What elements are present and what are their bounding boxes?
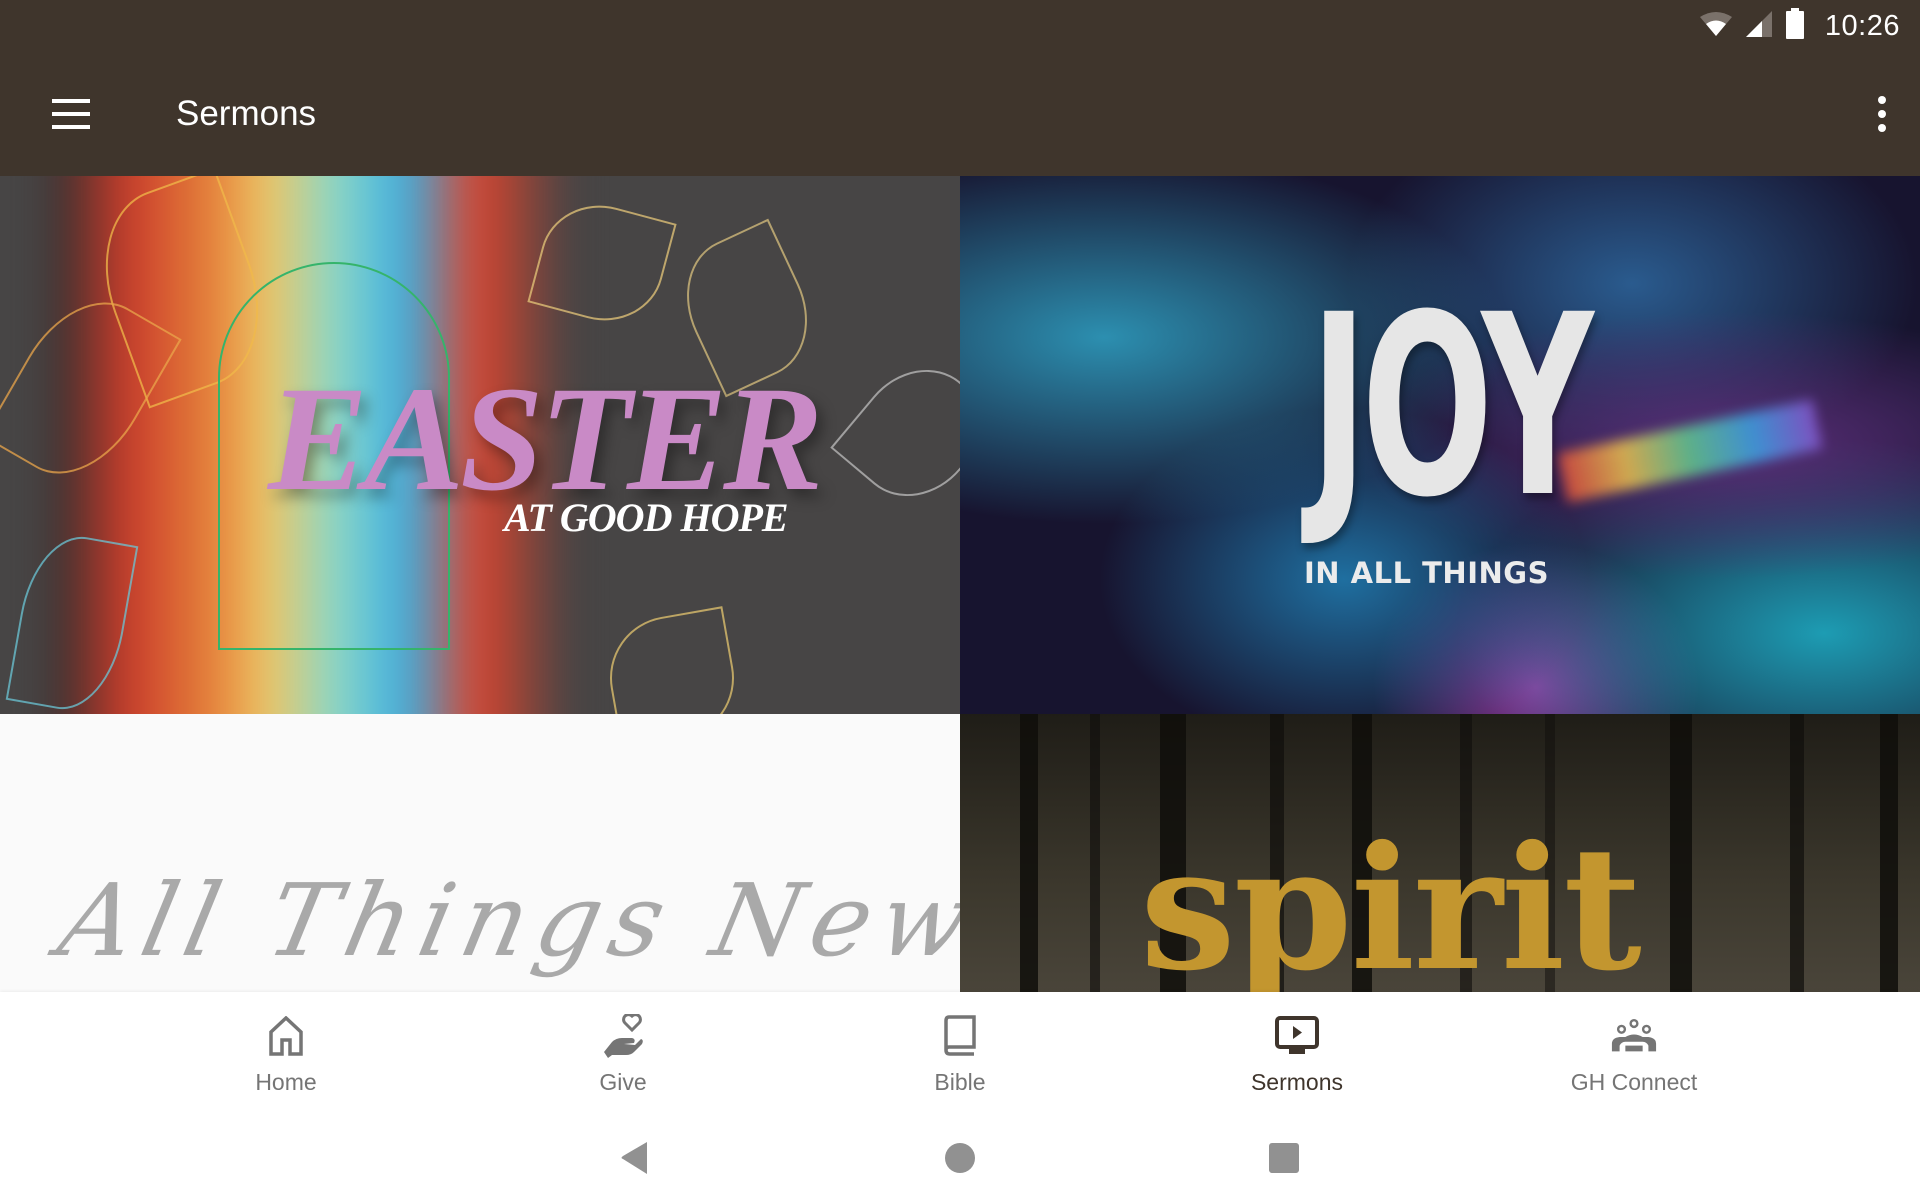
home-icon — [262, 1012, 310, 1060]
series-title: All Things New — [49, 862, 960, 979]
series-subtitle: IN ALL THINGS — [1304, 556, 1549, 590]
tree-trunk — [1020, 714, 1038, 992]
system-navigation-bar — [0, 1112, 1920, 1200]
nav-item-bible[interactable]: Bible — [792, 992, 1129, 1112]
series-title: spirit — [1140, 809, 1642, 992]
nav-label: Give — [599, 1069, 647, 1095]
nav-label: Bible — [934, 1069, 986, 1095]
series-title: EASTER — [268, 356, 823, 522]
sermon-series-card[interactable]: spirit — [960, 714, 1920, 992]
tree-trunk — [1790, 714, 1804, 992]
sermon-series-card[interactable]: JOY IN ALL THINGS — [960, 176, 1920, 714]
leaf-illustration — [830, 345, 960, 521]
back-icon[interactable] — [610, 1134, 658, 1182]
nav-label: Sermons — [1250, 1069, 1344, 1095]
series-title: JOY — [1310, 261, 1594, 552]
leaf-illustration — [600, 606, 744, 714]
video-play-icon — [1273, 1012, 1321, 1060]
give-hand-heart-icon — [599, 1012, 647, 1060]
groups-icon — [1610, 1012, 1658, 1060]
series-subtitle: AT GOOD HOPE — [504, 495, 789, 540]
cell-signal-icon — [1745, 10, 1773, 43]
battery-icon — [1785, 7, 1805, 45]
tree-trunk — [1670, 714, 1692, 992]
home-circle-icon[interactable] — [936, 1134, 984, 1182]
page-title: Sermons — [176, 94, 317, 133]
sermon-series-card[interactable]: EASTER AT GOOD HOPE — [0, 176, 960, 714]
more-vert-icon[interactable] — [1858, 88, 1906, 140]
app-bar: Sermons — [0, 52, 1920, 176]
nav-label: Home — [255, 1069, 317, 1095]
nav-item-home[interactable]: Home — [118, 992, 455, 1112]
book-icon — [936, 1012, 984, 1060]
nav-item-sermons[interactable]: Sermons — [1129, 992, 1466, 1112]
wifi-icon — [1699, 11, 1733, 42]
status-icons: 10:26 — [1699, 6, 1900, 46]
sermon-series-card[interactable]: All Things New — [0, 714, 960, 992]
bottom-navigation: Home Give Bible Sermons GH Connect — [0, 992, 1920, 1112]
nav-item-gh-connect[interactable]: GH Connect — [1466, 992, 1803, 1112]
nav-label: GH Connect — [1570, 1069, 1698, 1095]
tree-trunk — [1090, 714, 1100, 992]
sermon-series-grid: EASTER AT GOOD HOPE JOY IN ALL THINGS Al… — [0, 176, 1920, 992]
recents-square-icon[interactable] — [1260, 1134, 1308, 1182]
nav-item-give[interactable]: Give — [455, 992, 792, 1112]
hamburger-menu-icon[interactable] — [44, 90, 100, 138]
clock: 10:26 — [1824, 9, 1900, 42]
tree-trunk — [1880, 714, 1898, 992]
status-bar: 10:26 — [0, 0, 1920, 52]
